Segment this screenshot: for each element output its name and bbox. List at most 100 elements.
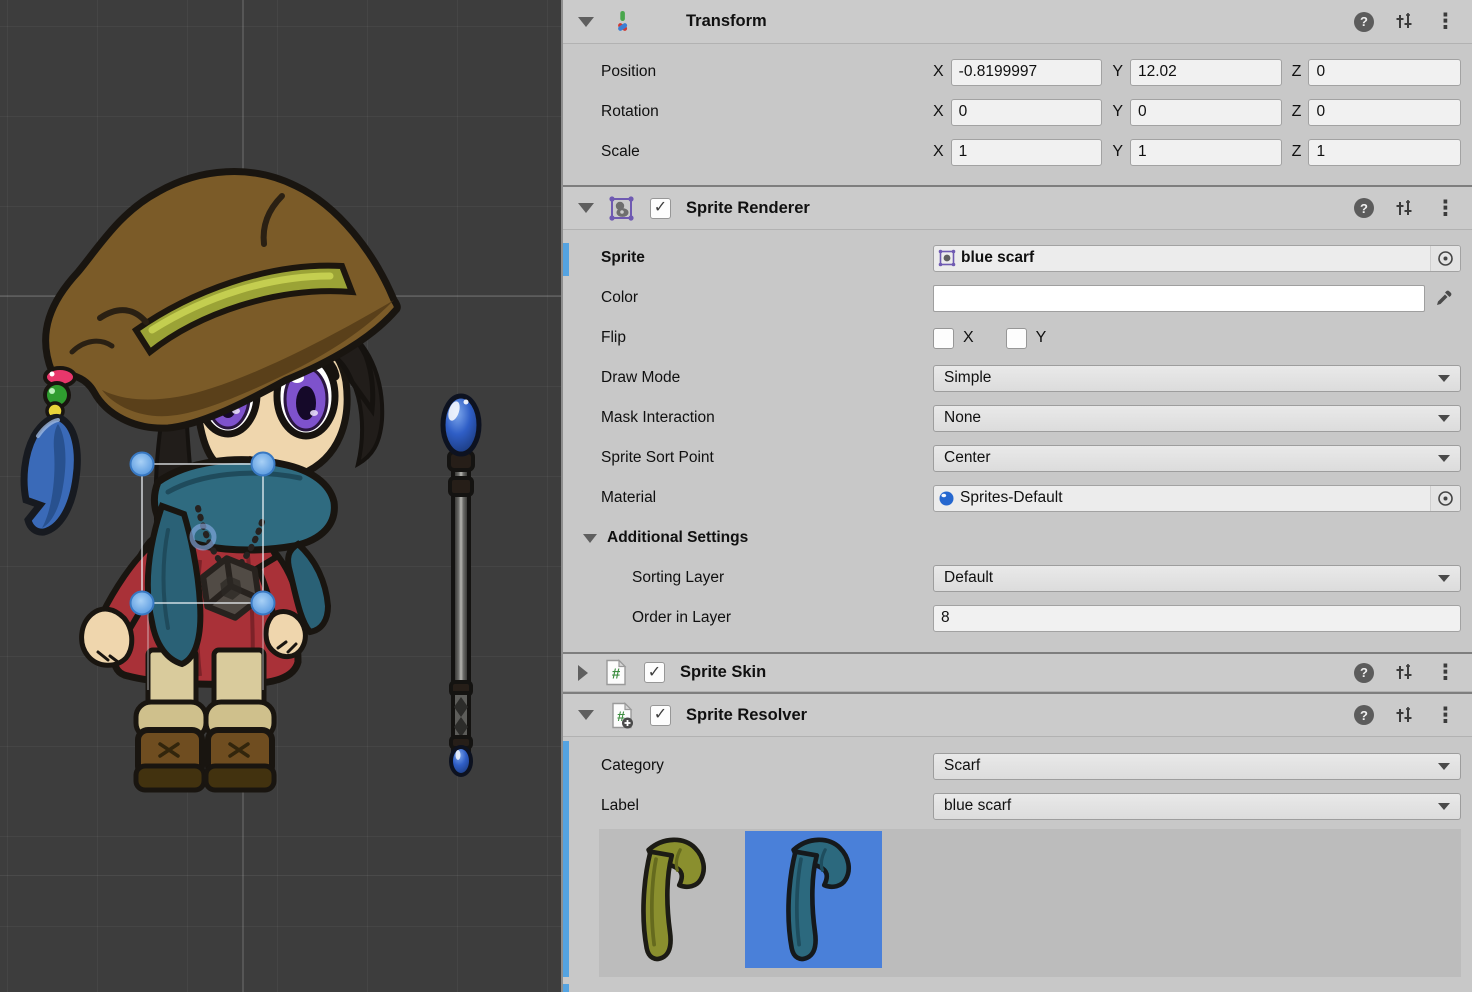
selection-handle-bottom-right[interactable] xyxy=(252,592,275,615)
sprite-object-field[interactable]: blue scarf xyxy=(933,245,1461,272)
unity-editor: Transform ? ⋮ Position X Y Z xyxy=(0,0,1472,992)
help-icon[interactable]: ? xyxy=(1354,663,1374,683)
material-icon xyxy=(938,490,955,507)
position-x-input[interactable] xyxy=(951,59,1103,86)
more-options-icon[interactable]: ⋮ xyxy=(1435,11,1456,32)
scene-view[interactable] xyxy=(0,0,561,992)
sprite-row: Sprite blue scarf xyxy=(563,238,1472,278)
label-label: Label xyxy=(563,797,933,815)
position-z-input[interactable] xyxy=(1308,59,1461,86)
flip-y-checkbox[interactable] xyxy=(1006,328,1027,349)
chevron-down-icon xyxy=(1438,455,1450,462)
foldout-sprite-resolver[interactable] xyxy=(578,710,594,720)
variant-green-scarf[interactable] xyxy=(600,831,737,968)
sprite-renderer-title: Sprite Renderer xyxy=(686,199,810,218)
order-in-layer-label: Order in Layer xyxy=(563,609,933,627)
help-icon[interactable]: ? xyxy=(1354,12,1374,32)
sprite-resolver-header[interactable]: # Sprite Resolver ? ⋮ xyxy=(563,694,1472,737)
additional-settings-label: Additional Settings xyxy=(607,529,748,547)
eyedropper-icon[interactable] xyxy=(1425,285,1461,312)
selection-handle-bottom-left[interactable] xyxy=(131,592,154,615)
staff-sprite[interactable] xyxy=(443,396,479,775)
position-label: Position xyxy=(563,63,933,81)
z-axis-label: Z xyxy=(1292,143,1302,161)
chevron-down-icon xyxy=(1438,375,1450,382)
rotation-y-input[interactable] xyxy=(1130,99,1282,126)
flip-row: Flip X Y xyxy=(563,318,1472,358)
foldout-transform[interactable] xyxy=(578,17,594,27)
mask-interaction-row: Mask Interaction None xyxy=(563,398,1472,438)
rotation-x-input[interactable] xyxy=(951,99,1103,126)
scale-z-input[interactable] xyxy=(1308,139,1461,166)
draw-mode-dropdown[interactable]: Simple xyxy=(933,365,1461,392)
sprite-sort-point-value: Center xyxy=(944,449,991,467)
presets-icon[interactable] xyxy=(1395,706,1414,725)
x-axis-label: X xyxy=(933,63,944,81)
chevron-down-icon xyxy=(1438,763,1450,770)
category-dropdown[interactable]: Scarf xyxy=(933,753,1461,780)
presets-icon[interactable] xyxy=(1395,199,1414,218)
label-dropdown[interactable]: blue scarf xyxy=(933,793,1461,820)
presets-icon[interactable] xyxy=(1395,663,1414,682)
draw-mode-row: Draw Mode Simple xyxy=(563,358,1472,398)
sprite-value: blue scarf xyxy=(961,249,1034,267)
transform-icon xyxy=(608,8,635,35)
sprite-skin-header[interactable]: # Sprite Skin ? ⋮ xyxy=(563,654,1472,692)
rotation-z-input[interactable] xyxy=(1308,99,1461,126)
foldout-sprite-skin[interactable] xyxy=(578,665,588,681)
flip-x-checkbox[interactable] xyxy=(933,328,954,349)
help-icon[interactable]: ? xyxy=(1354,198,1374,218)
chevron-down-icon xyxy=(1438,803,1450,810)
material-value: Sprites-Default xyxy=(960,489,1063,507)
order-in-layer-input[interactable] xyxy=(933,605,1461,632)
more-options-icon[interactable]: ⋮ xyxy=(1435,705,1456,726)
object-picker-icon[interactable] xyxy=(1430,486,1460,511)
presets-icon[interactable] xyxy=(1395,12,1414,31)
sprite-renderer-body: Sprite blue scarf xyxy=(563,230,1472,652)
selection-handle-top-left[interactable] xyxy=(131,453,154,476)
sprite-sort-point-dropdown[interactable]: Center xyxy=(933,445,1461,472)
flip-x-label: X xyxy=(963,329,974,347)
y-axis-label: Y xyxy=(1112,63,1123,81)
object-picker-icon[interactable] xyxy=(1430,246,1460,271)
sprite-resolver-enabled-checkbox[interactable] xyxy=(650,705,671,726)
draw-mode-label: Draw Mode xyxy=(563,369,933,387)
position-y-input[interactable] xyxy=(1130,59,1282,86)
scale-row: Scale X Y Z xyxy=(563,132,1472,172)
x-axis-label: X xyxy=(933,143,944,161)
override-indicator-tail xyxy=(563,984,569,992)
mask-interaction-value: None xyxy=(944,409,981,427)
scale-y-input[interactable] xyxy=(1130,139,1282,166)
override-indicator-resolver xyxy=(563,741,569,977)
label-value: blue scarf xyxy=(944,797,1011,815)
character-sprite[interactable] xyxy=(24,172,397,790)
selection-handle-top-right[interactable] xyxy=(252,453,275,476)
help-icon[interactable]: ? xyxy=(1354,705,1374,725)
sprite-renderer-header[interactable]: Sprite Renderer ? ⋮ xyxy=(563,187,1472,230)
foldout-sprite-renderer[interactable] xyxy=(578,203,594,213)
script-plus-icon: # xyxy=(608,702,635,729)
rotation-row: Rotation X Y Z xyxy=(563,92,1472,132)
sprite-renderer-enabled-checkbox[interactable] xyxy=(650,198,671,219)
sorting-layer-dropdown[interactable]: Default xyxy=(933,565,1461,592)
z-axis-label: Z xyxy=(1292,63,1302,81)
more-options-icon[interactable]: ⋮ xyxy=(1435,198,1456,219)
scale-label: Scale xyxy=(563,143,933,161)
additional-settings-row[interactable]: Additional Settings xyxy=(563,518,1472,558)
foldout-additional-settings[interactable] xyxy=(583,534,597,543)
sprite-label: Sprite xyxy=(563,249,933,267)
sprite-skin-enabled-checkbox[interactable] xyxy=(644,662,665,683)
flip-y-label: Y xyxy=(1036,329,1047,347)
rotation-label: Rotation xyxy=(563,103,933,121)
variant-blue-scarf[interactable] xyxy=(745,831,882,968)
color-swatch[interactable] xyxy=(933,285,1425,312)
more-options-icon[interactable]: ⋮ xyxy=(1435,662,1456,683)
transform-header[interactable]: Transform ? ⋮ xyxy=(563,0,1472,44)
flip-label: Flip xyxy=(563,329,933,347)
material-object-field[interactable]: Sprites-Default xyxy=(933,485,1461,512)
inspector-panel: Transform ? ⋮ Position X Y Z xyxy=(563,0,1472,992)
scale-x-input[interactable] xyxy=(951,139,1103,166)
svg-text:#: # xyxy=(611,666,620,683)
script-icon: # xyxy=(602,659,629,686)
mask-interaction-dropdown[interactable]: None xyxy=(933,405,1461,432)
